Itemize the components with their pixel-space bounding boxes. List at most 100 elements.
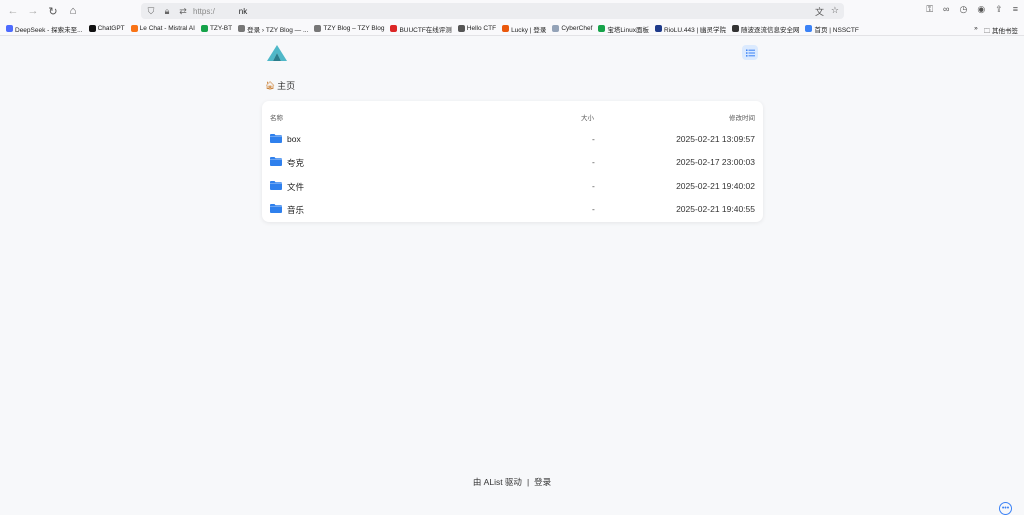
file-modified: 2025-02-21 19:40:02 <box>676 181 755 191</box>
powered-by-link[interactable]: 由 AList 驱动 <box>473 477 522 487</box>
bookmark-favicon-icon <box>130 25 138 32</box>
file-modified: 2025-02-21 19:40:55 <box>676 204 755 214</box>
bookmark-item[interactable]: 宝塔Linux面板 <box>598 24 649 34</box>
home-icon: 🏠︎ <box>265 81 276 90</box>
bookmark-label: Le Chat - Mistral AI <box>139 25 195 32</box>
url-host: nk <box>238 6 248 16</box>
bookmark-item[interactable]: 登录 › TZY Blog — ... <box>238 24 308 34</box>
bookmark-label: DeepSeek - 探索未至... <box>15 26 83 34</box>
other-bookmarks[interactable]: 🗀︎ 其他书签 <box>984 25 1018 35</box>
bookmark-favicon-icon <box>552 25 560 32</box>
breadcrumb-home[interactable]: 主页 <box>277 79 295 92</box>
file-size: - <box>592 157 595 167</box>
file-size: - <box>592 181 595 191</box>
footer-separator: | <box>526 477 530 487</box>
bookmark-favicon-icon <box>502 25 510 32</box>
bookmark-label: Hello CTF <box>466 25 497 32</box>
bookmark-label: BUUCTF在线评测 <box>399 26 452 34</box>
shield-icon: ⛉ <box>147 5 155 16</box>
bookmarks-bar: DeepSeek - 探索未至... ChatGPT Le Chat - Mistr… <box>0 22 1024 36</box>
file-name[interactable]: 夸克 <box>287 157 304 169</box>
file-list-header: 名称 大小 修改时间 <box>262 112 763 122</box>
bookmark-label: 随波逐流信息安全网 <box>740 26 800 34</box>
bookmark-favicon-icon <box>598 25 606 32</box>
bookmark-item[interactable]: 首页 | NSSCTF <box>805 24 859 34</box>
file-name[interactable]: box <box>287 134 301 144</box>
account-icon[interactable]: ◉ <box>977 4 985 15</box>
bookmark-item[interactable]: DeepSeek - 探索未至... <box>6 24 83 34</box>
home-icon[interactable]: ⌂ <box>66 4 80 18</box>
bookmark-item[interactable]: CyberChef <box>552 24 592 34</box>
forward-icon[interactable]: → <box>26 4 40 18</box>
bookmark-label: 登录 › TZY Blog — ... <box>247 26 309 34</box>
file-modified: 2025-02-21 13:09:57 <box>676 134 755 144</box>
file-name[interactable]: 音乐 <box>287 204 304 216</box>
file-list: 名称 大小 修改时间 box - 2025-02-21 13:09:57 夸克 - 202… <box>262 101 763 222</box>
bookmark-label: TZY-BT <box>209 25 233 32</box>
file-size: - <box>592 134 595 144</box>
translate-icon[interactable]: 文 <box>815 5 824 18</box>
bookmark-item[interactable]: Hello CTF <box>457 24 497 34</box>
alist-logo[interactable] <box>266 44 288 62</box>
bookmark-favicon-icon <box>457 25 465 32</box>
bookmark-item[interactable]: BUUCTF在线评测 <box>390 24 452 34</box>
key-icon[interactable]: ⚿ <box>926 4 933 15</box>
browser-toolbar: ← → ↻ ⌂ ⛉ 🔒︎ ⇄ https:/ nk 文 ☆ ⚿ ∞ ◷ ◉ ⇪ … <box>0 0 1024 22</box>
bookmark-item[interactable]: TZY-BT <box>200 24 233 34</box>
bookmarks-more[interactable]: » 🗀︎ 其他书签 <box>974 25 1018 35</box>
file-row[interactable]: 文件 - 2025-02-21 19:40:02 <box>262 176 763 196</box>
reload-icon[interactable]: ↻ <box>46 4 60 18</box>
bookmark-favicon-icon <box>731 25 739 32</box>
folder-icon <box>270 181 282 190</box>
bookmark-label: Lucky | 登录 <box>511 26 547 34</box>
bookmark-label: 宝塔Linux面板 <box>607 26 649 34</box>
bookmark-item[interactable]: TZY Blog – TZY Blog <box>314 24 384 34</box>
back-icon[interactable]: ← <box>6 4 20 18</box>
bookmark-label: RioLU.443 | 幽灵学院 <box>663 26 726 34</box>
folder-icon <box>270 134 282 143</box>
file-name[interactable]: 文件 <box>287 181 304 193</box>
bookmark-favicon-icon <box>238 25 246 32</box>
bookmark-favicon-icon <box>88 25 96 32</box>
bookmark-favicon-icon <box>6 25 13 32</box>
column-name[interactable]: 名称 <box>270 112 283 122</box>
extension-icon[interactable]: ∞ <box>943 4 949 15</box>
file-row[interactable]: 夸克 - 2025-02-17 23:00:03 <box>262 152 763 172</box>
breadcrumb[interactable]: 🏠︎ 主页 <box>265 79 295 92</box>
file-size: - <box>592 204 595 214</box>
bookmark-item[interactable]: Le Chat - Mistral AI <box>130 24 195 34</box>
permissions-icon: ⇄ <box>179 5 187 16</box>
bookmark-favicon-icon <box>390 25 398 32</box>
share-icon[interactable]: ⇪ <box>995 4 1003 15</box>
bookmark-star-icon[interactable]: ☆ <box>831 5 839 16</box>
bookmark-favicon-icon <box>314 25 322 32</box>
bookmark-item[interactable]: ChatGPT <box>88 24 125 34</box>
login-link[interactable]: 登录 <box>534 477 551 487</box>
bookmark-label: 首页 | NSSCTF <box>814 26 859 34</box>
file-row[interactable]: box - 2025-02-21 13:09:57 <box>262 129 763 149</box>
list-icon <box>745 49 755 57</box>
menu-icon[interactable]: ≡ <box>1013 4 1018 15</box>
history-icon[interactable]: ◷ <box>959 4 967 15</box>
bookmark-item[interactable]: Lucky | 登录 <box>502 24 546 34</box>
folder-icon <box>270 157 282 166</box>
bookmark-item[interactable]: 随波逐流信息安全网 <box>731 24 800 34</box>
column-modified[interactable]: 修改时间 <box>729 112 755 122</box>
column-size[interactable]: 大小 <box>581 112 594 122</box>
list-view-button[interactable] <box>742 45 758 60</box>
file-modified: 2025-02-17 23:00:03 <box>676 157 755 167</box>
bookmark-favicon-icon <box>805 25 813 32</box>
chevron-double-right-icon[interactable]: » <box>974 25 978 35</box>
bookmark-favicon-icon <box>200 25 208 32</box>
more-options-icon[interactable]: ••• <box>999 502 1012 515</box>
bookmark-item[interactable]: RioLU.443 | 幽灵学院 <box>654 24 726 34</box>
bookmark-label: TZY Blog – TZY Blog <box>323 25 385 32</box>
bookmark-label: ChatGPT <box>97 25 125 32</box>
url-protocol: https:/ <box>193 6 215 16</box>
file-row[interactable]: 音乐 - 2025-02-21 19:40:55 <box>262 199 763 219</box>
toolbar-actions: ⚿ ∞ ◷ ◉ ⇪ ≡ <box>926 4 1018 15</box>
bookmark-label: CyberChef <box>561 25 593 32</box>
url-bar[interactable]: ⛉ 🔒︎ ⇄ https:/ nk 文 ☆ <box>141 3 844 19</box>
bookmark-favicon-icon <box>654 25 662 32</box>
lock-icon: 🔒︎ <box>164 5 170 16</box>
